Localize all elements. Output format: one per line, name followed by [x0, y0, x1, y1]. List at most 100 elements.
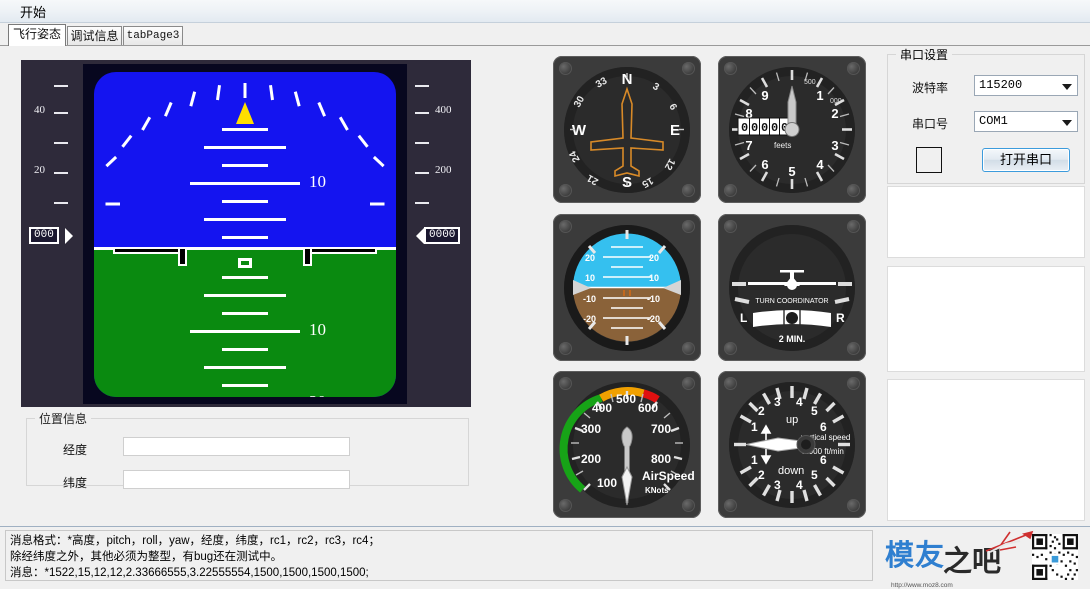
longitude-input[interactable] [123, 437, 350, 456]
log-panel-3[interactable] [887, 379, 1085, 521]
pfd-left-tape: 40 20 000 [21, 60, 83, 400]
svg-text:30: 30 [572, 94, 587, 110]
pfd-roll-pointer-icon [236, 102, 254, 124]
svg-text:12: 12 [662, 157, 677, 173]
svg-text:0: 0 [771, 121, 778, 135]
airspeed-unit: KNots [645, 486, 669, 495]
pfd-pitch-down-10: 10 [309, 320, 326, 339]
svg-text:6: 6 [761, 157, 768, 172]
baud-rate-value: 115200 [979, 78, 1023, 92]
svg-text:2: 2 [758, 404, 765, 418]
log-panel-2[interactable] [887, 266, 1085, 372]
svg-text:10: 10 [649, 273, 659, 283]
chevron-down-icon-2 [1062, 120, 1072, 126]
svg-text:33: 33 [594, 75, 610, 90]
airspeed-needle [621, 426, 633, 506]
svg-text:3: 3 [774, 395, 781, 409]
menu-item-start[interactable]: 开始 [12, 3, 54, 22]
attitude-indicator[interactable]: 20 20 10 10 -10 -10 -20 -20 [553, 214, 701, 361]
pfd-left-readout: 000 [29, 227, 59, 244]
qr-code [1032, 534, 1078, 580]
brand-char-2: 友 [915, 538, 945, 572]
brand-url: http://www.moz8.com [891, 582, 953, 589]
pfd-left-tick-40: 40 [34, 104, 45, 116]
vsi-face: 123 456 123 456 up down vertical speed .… [734, 386, 850, 503]
svg-text:15: 15 [639, 174, 655, 189]
latitude-input[interactable] [123, 470, 350, 489]
svg-text:feets: feets [774, 141, 791, 150]
log-panel-1[interactable] [887, 186, 1085, 258]
altimeter[interactable]: 123 456 789 000 500 feets 000 00 [718, 56, 866, 203]
svg-text:000: 000 [830, 98, 842, 105]
airspeed-indicator[interactable]: 100 200 300 400 500 600 700 800 AirSpeed KNot… [553, 371, 701, 518]
svg-text:9: 9 [761, 88, 768, 103]
baud-rate-label: 波特率 [912, 81, 949, 95]
brand-area: 模 友 之 吧 http://www.moz8.com [880, 528, 1090, 589]
inclinometer [753, 310, 831, 327]
svg-text:1: 1 [816, 88, 823, 103]
svg-text:E: E [670, 122, 680, 139]
position-info-group: 位置信息 经度 纬度 [26, 410, 469, 490]
chevron-down-icon [1062, 84, 1072, 90]
tab-strip: 飞行姿态 调试信息 tabPage3 [0, 24, 1090, 46]
aircraft-silhouette-icon [590, 86, 664, 178]
turn-coordinator[interactable]: TURN COORDINATOR L R 2 MIN. [718, 214, 866, 361]
primary-flight-display: 40 20 000 400 200 0000 10 10 [21, 60, 471, 407]
baud-rate-select[interactable]: 115200 [974, 75, 1078, 96]
svg-text:1: 1 [751, 420, 758, 434]
turn-coordinator-rate: 2 MIN. [779, 334, 806, 344]
svg-text:200: 200 [581, 452, 601, 466]
svg-text:0: 0 [751, 121, 758, 135]
pfd-aircraft-reference-icon [94, 239, 396, 266]
client-area: 40 20 000 400 200 0000 10 10 位置信息 经度 纬度 … [0, 45, 1090, 526]
svg-text:6: 6 [666, 102, 679, 113]
svg-text:700: 700 [651, 422, 671, 436]
airspeed-title: AirSpeed [642, 469, 695, 483]
svg-text:-20: -20 [647, 314, 660, 324]
pfd-horizon-ball: 10 10 20 [94, 72, 396, 397]
message-log: 消息格式：*高度，pitch，roll，yaw，经度，纬度，rc1，rc2，rc… [5, 530, 873, 581]
vsi-needle [745, 435, 816, 454]
heading-indicator[interactable]: N E S W 3 6 12 15 21 24 30 33 [553, 56, 701, 203]
open-serial-port-button[interactable]: 打开串口 [982, 148, 1070, 172]
tab-flight-attitude[interactable]: 飞行姿态 [8, 24, 66, 46]
svg-text:R: R [836, 311, 845, 325]
pfd-pitch-up-10: 10 [309, 172, 326, 191]
serial-settings-title: 串口设置 [896, 46, 953, 63]
svg-text:2: 2 [758, 468, 765, 482]
svg-text:0: 0 [741, 121, 748, 135]
svg-text:600: 600 [638, 401, 658, 415]
brand-char-1: 模 [885, 538, 915, 572]
menu-bar: 开始 [0, 0, 1090, 23]
pfd-right-tick-400: 400 [435, 104, 452, 116]
tab-debug-info[interactable]: 调试信息 [67, 26, 122, 46]
svg-text:W: W [572, 122, 587, 139]
status-bar: 消息格式：*高度，pitch，roll，yaw，经度，纬度，rc1，rc2，rc… [0, 526, 1090, 589]
position-group-title: 位置信息 [35, 410, 92, 427]
pfd-left-tick-20: 20 [34, 164, 45, 176]
port-number-label: 串口号 [912, 117, 949, 131]
svg-text:5: 5 [811, 404, 818, 418]
altimeter-face: 123 456 789 000 500 feets 000 00 [732, 70, 852, 189]
brand-char-3: 之 [943, 544, 973, 578]
turn-coordinator-title: TURN COORDINATOR [755, 298, 828, 305]
attitude-face: 20 20 10 10 -10 -10 -20 -20 [573, 230, 681, 345]
tab-page3[interactable]: tabPage3 [123, 26, 183, 46]
instrument-panel: N E S W 3 6 12 15 21 24 30 33 [540, 51, 878, 521]
svg-text:4: 4 [796, 478, 803, 492]
pfd-right-readout: 0000 [424, 227, 461, 244]
svg-text:-10: -10 [647, 294, 660, 304]
svg-text:20: 20 [649, 253, 659, 263]
heading-card: N E S W 3 6 12 15 21 24 30 33 [567, 71, 684, 191]
vertical-speed-indicator[interactable]: 123 456 123 456 up down vertical speed .… [718, 371, 866, 518]
pfd-pitch-down-20: 20 [309, 392, 326, 397]
svg-text:3: 3 [774, 478, 781, 492]
port-number-select[interactable]: COM1 [974, 111, 1078, 132]
serial-enable-checkbox[interactable] [916, 147, 942, 173]
svg-text:24: 24 [567, 148, 582, 164]
turn-coordinator-face: TURN COORDINATOR L R 2 MIN. [732, 270, 852, 344]
svg-text:5: 5 [788, 164, 795, 179]
svg-text:10: 10 [585, 273, 595, 283]
svg-text:2: 2 [831, 106, 838, 121]
vsi-down-label: down [778, 465, 804, 477]
